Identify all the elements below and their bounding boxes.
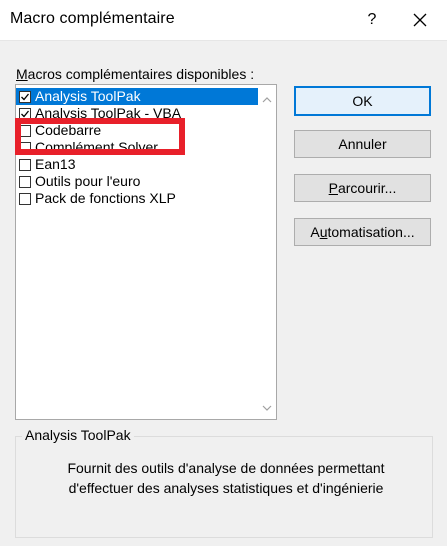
close-button[interactable] [404, 4, 436, 36]
chevron-up-icon [262, 97, 272, 103]
browse-button[interactable]: Parcourir... [294, 174, 431, 202]
addin-label: Pack de fonctions XLP [35, 190, 176, 206]
addin-checkbox[interactable] [19, 175, 31, 188]
addin-checkbox[interactable] [19, 141, 31, 154]
description-line-2: d'effectuer des analyses statistiques et… [68, 480, 384, 496]
vertical-scrollbar[interactable] [258, 85, 276, 419]
addin-list-item[interactable]: Analysis ToolPak - VBA [16, 105, 258, 122]
automation-rest: tomatisation... [327, 224, 415, 240]
addin-checkbox[interactable] [19, 158, 31, 171]
description-line-1: Fournit des outils d'analyse de données … [67, 460, 385, 476]
description-title: Analysis ToolPak [22, 427, 134, 443]
ok-button[interactable]: OK [294, 86, 431, 116]
addin-list-item[interactable]: Complément Solver [16, 139, 258, 156]
addin-label: Codebarre [35, 122, 102, 138]
addins-list: Analysis ToolPak Analysis ToolPak - VBA Co… [16, 88, 258, 207]
automation-accel: u [319, 224, 328, 240]
addin-list-item[interactable]: Outils pour l'euro [16, 173, 258, 190]
scroll-down-button[interactable] [258, 399, 276, 417]
browse-rest: arcourir... [337, 180, 397, 196]
checkmark-icon [21, 93, 30, 100]
description-text: Fournit des outils d'analyse de données … [30, 458, 422, 498]
addin-label: Ean13 [35, 156, 76, 172]
addin-label: Analysis ToolPak - VBA [35, 105, 182, 121]
cancel-button[interactable]: Annuler [294, 130, 431, 158]
automation-a: A [310, 224, 320, 240]
close-icon [413, 13, 427, 27]
addins-listbox[interactable]: Analysis ToolPak Analysis ToolPak - VBA Co… [15, 84, 277, 420]
label-rest: acros complémentaires disponibles : [27, 66, 255, 82]
title-bar: Macro complémentaire ? [0, 0, 447, 41]
automation-button[interactable]: Au tomatisation... [294, 218, 431, 246]
addin-list-item[interactable]: Analysis ToolPak [16, 88, 258, 105]
addin-list-item[interactable]: Pack de fonctions XLP [16, 190, 258, 207]
addin-checkbox[interactable] [19, 90, 31, 103]
addin-label: Complément Solver [35, 139, 158, 155]
available-addins-label: Macros complémentaires disponibles : [16, 66, 254, 82]
addin-label: Analysis ToolPak [35, 88, 141, 104]
window-title: Macro complémentaire [10, 10, 175, 27]
browse-accel: P [328, 180, 338, 196]
addin-checkbox[interactable] [19, 192, 31, 205]
label-accel: M [16, 66, 28, 82]
addin-checkbox[interactable] [19, 107, 31, 120]
checkmark-icon [21, 110, 30, 117]
addin-list-item[interactable]: Codebarre [16, 122, 258, 139]
addin-checkbox[interactable] [19, 124, 31, 137]
scroll-up-button[interactable] [258, 91, 276, 109]
addin-label: Outils pour l'euro [35, 173, 141, 189]
addin-list-item[interactable]: Ean13 [16, 156, 258, 173]
help-button[interactable]: ? [358, 6, 386, 34]
chevron-down-icon [262, 405, 272, 411]
